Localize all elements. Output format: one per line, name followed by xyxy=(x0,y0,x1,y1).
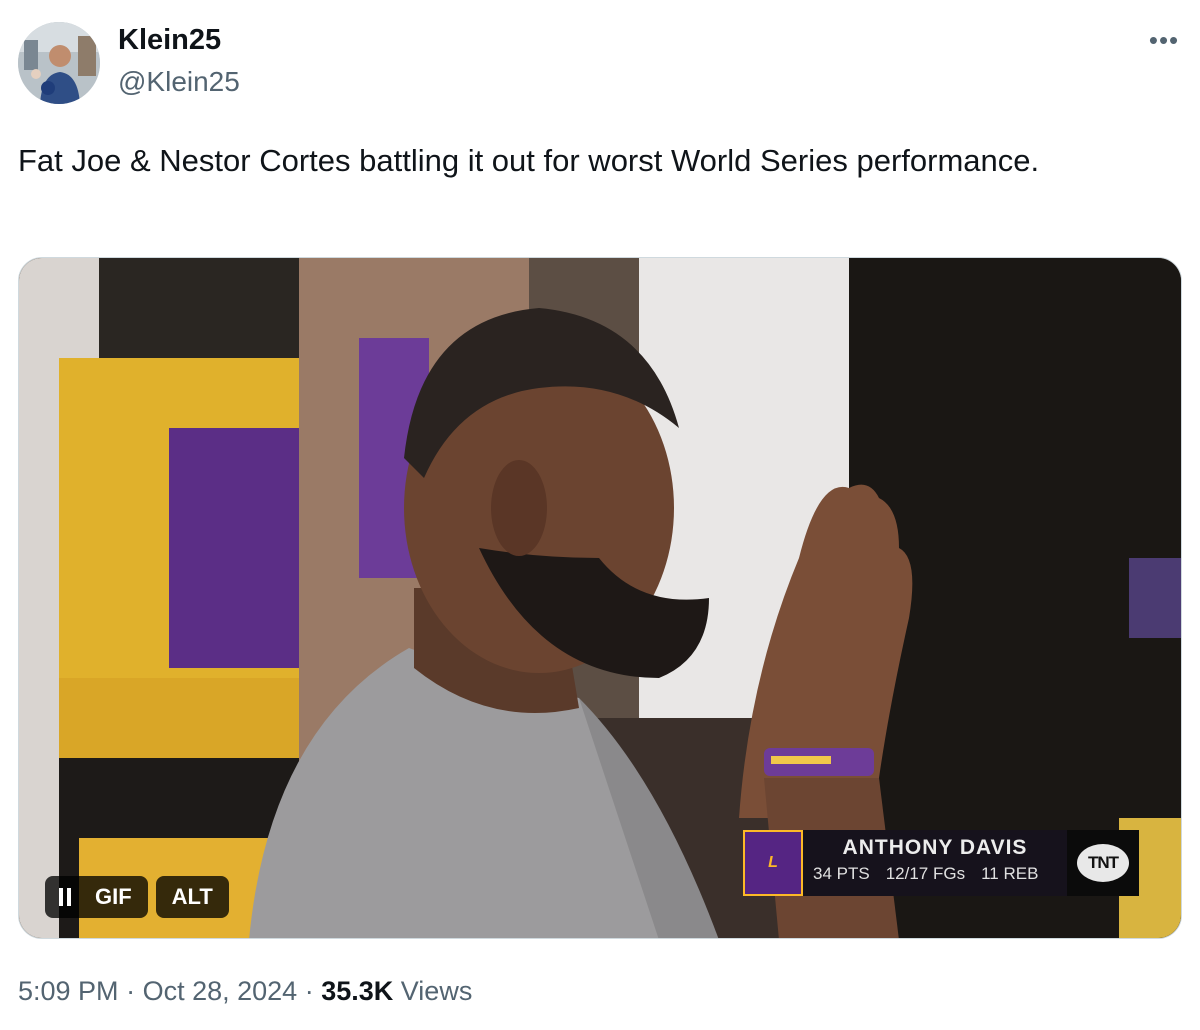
player-stat-line: 34 PTS 12/17 FGs 11 REB xyxy=(813,864,1057,884)
media-controls: GIF ALT xyxy=(45,876,229,918)
avatar-image xyxy=(18,22,100,104)
score-lower-third: L ANTHONY DAVIS 34 PTS 12/17 FGs 11 REB … xyxy=(743,830,1139,896)
tweet-time[interactable]: 5:09 PM xyxy=(18,976,119,1006)
tweet-metadata: 5:09 PM · Oct 28, 2024 · 35.3K Views xyxy=(18,976,472,1007)
pause-icon xyxy=(59,888,71,906)
tnt-logo: TNT xyxy=(1077,844,1129,882)
tweet-text: Fat Joe & Nestor Cortes battling it out … xyxy=(18,143,1040,178)
stat-reb: 11 REB xyxy=(981,864,1039,883)
author-display-name[interactable]: Klein25 xyxy=(118,24,221,57)
gif-label: GIF xyxy=(95,884,132,909)
network-logo-box: TNT xyxy=(1067,830,1139,896)
separator-dot: · xyxy=(304,976,322,1006)
lakers-logo: L xyxy=(743,830,803,896)
tweet-media-gif[interactable]: L ANTHONY DAVIS 34 PTS 12/17 FGs 11 REB … xyxy=(18,257,1182,939)
alt-text-button[interactable]: ALT xyxy=(155,876,229,918)
player-name: ANTHONY DAVIS xyxy=(842,836,1028,859)
tweet-date[interactable]: Oct 28, 2024 xyxy=(143,976,298,1006)
stat-fgs: 12/17 FGs xyxy=(885,864,966,883)
pause-gif-button[interactable]: GIF xyxy=(45,876,148,918)
views-label: Views xyxy=(400,976,473,1006)
more-options-icon[interactable]: ••• xyxy=(1144,20,1184,60)
author-avatar[interactable] xyxy=(18,22,100,104)
stat-pts: 34 PTS xyxy=(813,864,870,883)
player-stat-box: ANTHONY DAVIS 34 PTS 12/17 FGs 11 REB xyxy=(803,830,1067,896)
views-count[interactable]: 35.3K xyxy=(321,976,393,1006)
author-handle[interactable]: @Klein25 xyxy=(118,66,240,98)
separator-dot: · xyxy=(126,976,143,1006)
